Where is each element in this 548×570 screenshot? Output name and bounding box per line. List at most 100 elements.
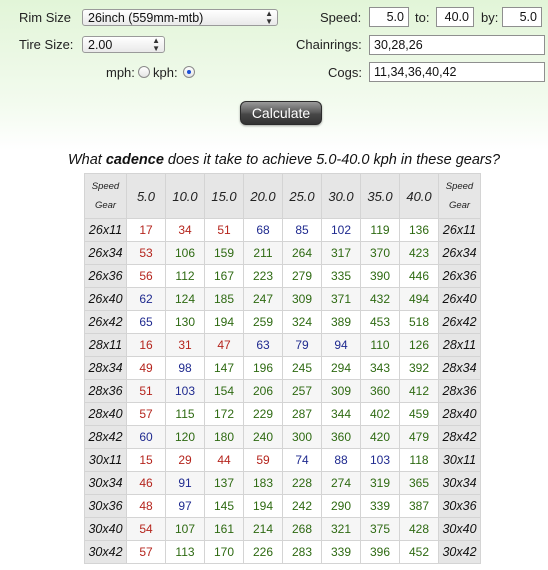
cadence-cell: 420 bbox=[360, 425, 400, 449]
table-row: 30x42 57 113 170 226 283 339 396 452 30x42 bbox=[84, 540, 481, 564]
cadence-cell: 228 bbox=[282, 471, 322, 495]
gear-label: 26x11 bbox=[438, 218, 481, 242]
rim-size-label: Rim Size bbox=[19, 10, 72, 25]
table-header-row: Speed Gear 5.0 10.0 15.0 20.0 25.0 30.0 35.0 40.0… bbox=[84, 173, 481, 219]
kph-radio[interactable] bbox=[183, 66, 195, 78]
cadence-cell: 335 bbox=[321, 264, 361, 288]
speed-by-label: by: bbox=[481, 10, 499, 25]
select-arrows-icon: ▲ ▼ bbox=[265, 8, 273, 26]
cadence-cell: 59 bbox=[243, 448, 283, 472]
cadence-cell: 57 bbox=[126, 540, 166, 564]
corner-gear-label: Gear bbox=[94, 200, 117, 211]
cadence-cell: 74 bbox=[282, 448, 322, 472]
cadence-cell: 113 bbox=[165, 540, 205, 564]
corner-speed-label: Speed bbox=[445, 181, 474, 192]
cadence-cell: 119 bbox=[360, 218, 400, 242]
corner-gear-label: Gear bbox=[448, 200, 471, 211]
cadence-cell: 479 bbox=[399, 425, 439, 449]
cadence-cell: 103 bbox=[360, 448, 400, 472]
cadence-cell: 229 bbox=[243, 402, 283, 426]
tire-size-value: 2.00 bbox=[88, 38, 113, 52]
table-row: 28x36 51 103 154 206 257 309 360 412 28x36 bbox=[84, 379, 481, 403]
cadence-cell: 279 bbox=[282, 264, 322, 288]
select-arrows-icon: ▲ ▼ bbox=[152, 35, 160, 53]
cadence-cell: 402 bbox=[360, 402, 400, 426]
cadence-cell: 309 bbox=[282, 287, 322, 311]
cadence-cell: 145 bbox=[204, 494, 244, 518]
cadence-cell: 247 bbox=[243, 287, 283, 311]
cadence-cell: 339 bbox=[321, 540, 361, 564]
gear-label: 28x42 bbox=[438, 425, 481, 449]
table-row: 30x11 15 29 44 59 74 88 103 118 30x11 bbox=[84, 448, 481, 472]
cadence-cell: 68 bbox=[243, 218, 283, 242]
gear-label: 30x11 bbox=[84, 448, 127, 472]
chainrings-label: Chainrings: bbox=[296, 37, 362, 52]
cadence-cell: 15 bbox=[126, 448, 166, 472]
cadence-cell: 446 bbox=[399, 264, 439, 288]
cadence-cell: 180 bbox=[204, 425, 244, 449]
cadence-cell: 79 bbox=[282, 333, 322, 357]
settings-form: Rim Size 26inch (559mm-mtb) ▲ ▼ Tire Size… bbox=[0, 0, 548, 150]
cadence-cell: 387 bbox=[399, 494, 439, 518]
speed-label: Speed: bbox=[320, 10, 362, 25]
cadence-cell: 62 bbox=[126, 287, 166, 311]
cogs-input[interactable]: 11,34,36,40,42 bbox=[369, 62, 545, 82]
cadence-cell: 120 bbox=[165, 425, 205, 449]
rim-size-value: 26inch (559mm-mtb) bbox=[88, 11, 204, 25]
speed-column-header: 25.0 bbox=[282, 173, 322, 219]
cadence-cell: 453 bbox=[360, 310, 400, 334]
table-row: 26x42 65 130 194 259 324 389 453 518 26x42 bbox=[84, 310, 481, 334]
cadence-cell: 459 bbox=[399, 402, 439, 426]
mph-radio[interactable] bbox=[138, 66, 150, 78]
cadence-cell: 206 bbox=[243, 379, 283, 403]
cadence-cell: 106 bbox=[165, 241, 205, 265]
speed-column-header: 40.0 bbox=[399, 173, 439, 219]
cadence-cell: 112 bbox=[165, 264, 205, 288]
speed-to-input[interactable]: 40.0 bbox=[436, 7, 474, 27]
table-row: 26x11 17 34 51 68 85 102 119 136 26x11 bbox=[84, 218, 481, 242]
cadence-cell: 223 bbox=[243, 264, 283, 288]
speed-from-input[interactable]: 5.0 bbox=[369, 7, 409, 27]
cadence-cell: 44 bbox=[204, 448, 244, 472]
gear-label: 28x36 bbox=[84, 379, 127, 403]
cadence-cell: 370 bbox=[360, 241, 400, 265]
cadence-cell: 136 bbox=[399, 218, 439, 242]
gear-label: 26x34 bbox=[84, 241, 127, 265]
cadence-cell: 226 bbox=[243, 540, 283, 564]
cadence-cell: 371 bbox=[321, 287, 361, 311]
speed-column-header: 15.0 bbox=[204, 173, 244, 219]
cadence-cell: 214 bbox=[243, 517, 283, 541]
rim-size-select[interactable]: 26inch (559mm-mtb) ▲ ▼ bbox=[82, 9, 278, 26]
cogs-label: Cogs: bbox=[328, 65, 362, 80]
speed-column-header: 20.0 bbox=[243, 173, 283, 219]
calculate-button[interactable]: Calculate bbox=[240, 101, 322, 125]
cadence-cell: 452 bbox=[399, 540, 439, 564]
table-row: 28x40 57 115 172 229 287 344 402 459 28x40 bbox=[84, 402, 481, 426]
cadence-cell: 389 bbox=[321, 310, 361, 334]
cadence-cell: 392 bbox=[399, 356, 439, 380]
cadence-cell: 309 bbox=[321, 379, 361, 403]
cadence-cell: 360 bbox=[360, 379, 400, 403]
cadence-cell: 360 bbox=[321, 425, 361, 449]
cadence-cell: 211 bbox=[243, 241, 283, 265]
tire-size-select[interactable]: 2.00 ▲ ▼ bbox=[82, 36, 165, 53]
cadence-cell: 130 bbox=[165, 310, 205, 334]
table-corner-header: Speed Gear bbox=[438, 173, 481, 219]
tire-size-label: Tire Size: bbox=[19, 37, 74, 52]
gear-label: 28x34 bbox=[84, 356, 127, 380]
speed-by-input[interactable]: 5.0 bbox=[502, 7, 542, 27]
cadence-cell: 319 bbox=[360, 471, 400, 495]
cadence-cell: 194 bbox=[243, 494, 283, 518]
cadence-cell: 31 bbox=[165, 333, 205, 357]
cadence-cell: 56 bbox=[126, 264, 166, 288]
cadence-cell: 126 bbox=[399, 333, 439, 357]
cadence-cell: 172 bbox=[204, 402, 244, 426]
cadence-cell: 183 bbox=[243, 471, 283, 495]
chainrings-input[interactable]: 30,28,26 bbox=[369, 35, 545, 55]
cadence-table: Speed Gear 5.0 10.0 15.0 20.0 25.0 30.0 35.0 40.0… bbox=[84, 173, 481, 564]
gear-label: 28x34 bbox=[438, 356, 481, 380]
cadence-cell: 94 bbox=[321, 333, 361, 357]
cadence-cell: 51 bbox=[126, 379, 166, 403]
corner-speed-label: Speed bbox=[91, 181, 120, 192]
gear-label: 30x42 bbox=[438, 540, 481, 564]
